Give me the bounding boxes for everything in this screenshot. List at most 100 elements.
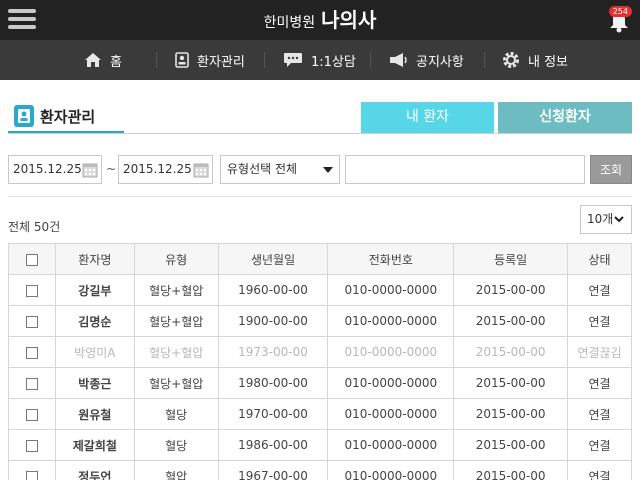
birthdate-cell: 1973-00-00 xyxy=(217,336,329,368)
chat-bubble-icon xyxy=(284,53,302,67)
row-select-cell xyxy=(8,336,56,368)
row-checkbox[interactable] xyxy=(25,470,38,480)
registered-date-cell: 2015-00-00 xyxy=(453,398,569,430)
nav-patients[interactable]: 환자관리 xyxy=(175,40,245,80)
nav-home[interactable]: 홈 xyxy=(84,40,122,80)
nav-notice[interactable]: 공지사항 xyxy=(388,40,464,80)
patient-record-icon xyxy=(14,105,34,127)
row-checkbox[interactable] xyxy=(25,315,38,328)
nav-home-label: 홈 xyxy=(110,54,122,70)
table-header-row: 환자명 유형 생년월일 전화번호 등록일 상태 xyxy=(8,243,632,275)
column-header[interactable]: 등록일 xyxy=(453,243,569,275)
date-from-field[interactable]: 2015.12.25 xyxy=(8,155,102,184)
row-checkbox[interactable] xyxy=(25,346,38,359)
birthdate-cell: 1967-00-00 xyxy=(217,460,329,480)
top-bar: 한미병원 나의사 254 xyxy=(0,0,640,40)
row-select-cell xyxy=(8,367,56,399)
registered-date-cell: 2015-00-00 xyxy=(453,336,569,368)
table-row[interactable]: 정두언 혈압 1967-00-00 010-0000-0000 2015-00-00 연결 xyxy=(8,460,632,480)
row-checkbox[interactable] xyxy=(25,284,38,297)
type-cell: 혈압 xyxy=(133,460,219,480)
column-header[interactable]: 생년월일 xyxy=(217,243,329,275)
row-checkbox[interactable] xyxy=(25,439,38,452)
gear-icon xyxy=(503,52,519,68)
tab-applied-patients[interactable]: 신청환자 xyxy=(498,102,632,133)
registered-date-cell: 2015-00-00 xyxy=(453,367,569,399)
search-button[interactable]: 조회 xyxy=(590,155,632,184)
table-row[interactable]: 김명순 혈당+혈압 1900-00-00 010-0000-0000 2015-00-0… xyxy=(8,305,632,337)
total-count: 전체 50건 xyxy=(8,218,60,235)
table-row[interactable]: 강길부 혈당+혈압 1960-00-00 010-0000-0000 2015-00-0… xyxy=(8,274,632,306)
type-cell: 혈당+혈압 xyxy=(133,336,219,368)
status-cell: 연결 xyxy=(567,305,632,337)
filter-divider xyxy=(8,196,632,197)
nav-patients-label: 환자관리 xyxy=(197,54,245,70)
row-checkbox[interactable] xyxy=(25,408,38,421)
column-header[interactable]: 환자명 xyxy=(54,243,135,275)
registered-date-cell: 2015-00-00 xyxy=(453,305,569,337)
row-select-cell xyxy=(8,305,56,337)
page-size-select[interactable]: 10개 xyxy=(580,205,632,234)
date-to-field[interactable]: 2015.12.25 xyxy=(118,155,213,184)
home-icon xyxy=(85,53,101,67)
phone-cell: 010-0000-0000 xyxy=(327,336,455,368)
phone-cell: 010-0000-0000 xyxy=(327,429,455,461)
column-header[interactable]: 유형 xyxy=(133,243,219,275)
patient-card-icon xyxy=(175,52,189,68)
type-cell: 혈당+혈압 xyxy=(133,367,219,399)
total-label: 전체 xyxy=(8,220,31,234)
type-cell: 혈당 xyxy=(133,398,219,430)
column-header[interactable]: 전화번호 xyxy=(327,243,455,275)
patient-name-cell[interactable]: 제갈희철 xyxy=(54,429,135,461)
nav-divider xyxy=(156,52,157,68)
nav-notice-label: 공지사항 xyxy=(416,54,464,70)
nav-myinfo-label: 내 정보 xyxy=(528,54,569,70)
calendar-icon[interactable] xyxy=(193,162,209,178)
nav-myinfo[interactable]: 내 정보 xyxy=(502,40,568,80)
chevron-down-icon xyxy=(614,216,624,223)
registered-date-cell: 2015-00-00 xyxy=(453,274,569,306)
type-select[interactable]: 유형선택 전체 xyxy=(220,155,340,184)
date-range-separator: ~ xyxy=(106,162,117,176)
row-select-cell xyxy=(8,398,56,430)
hospital-name: 한미병원 xyxy=(263,15,316,31)
app-title: 한미병원 나의사 xyxy=(0,0,640,40)
type-cell: 혈당+혈압 xyxy=(133,305,219,337)
tab-my-patients[interactable]: 내 환자 xyxy=(361,102,494,133)
birthdate-cell: 1960-00-00 xyxy=(217,274,329,306)
page-size-value: 10개 xyxy=(587,212,614,226)
table-row[interactable]: 제갈희철 혈당 1986-00-00 010-0000-0000 2015-00-00 연… xyxy=(8,429,632,461)
caret-down-icon xyxy=(323,167,333,173)
notification-badge: 254 xyxy=(608,6,632,17)
table-row[interactable]: 원유철 혈당 1970-00-00 010-0000-0000 2015-00-00 연결 xyxy=(8,398,632,430)
registered-date-cell: 2015-00-00 xyxy=(453,460,569,480)
patient-name-cell[interactable]: 김명순 xyxy=(54,305,135,337)
nav-bar: 홈 환자관리 1:1상담 공지사항 내 정보 xyxy=(0,40,640,80)
phone-cell: 010-0000-0000 xyxy=(327,305,455,337)
nav-divider xyxy=(264,52,265,68)
row-select-cell xyxy=(8,429,56,461)
patient-name-cell[interactable]: 강길부 xyxy=(54,274,135,306)
nav-consult[interactable]: 1:1상담 xyxy=(283,40,356,80)
status-cell: 연결 xyxy=(567,367,632,399)
table-row[interactable]: 박영미A 혈당+혈압 1973-00-00 010-0000-0000 2015-00-… xyxy=(8,336,632,368)
brand-name: 나의사 xyxy=(321,8,377,32)
total-value: 50건 xyxy=(33,220,61,234)
patient-table: 환자명 유형 생년월일 전화번호 등록일 상태 강길부 혈당+혈압 1960-00-… xyxy=(8,243,632,480)
patient-name-cell[interactable]: 정두언 xyxy=(54,460,135,480)
patient-name-cell[interactable]: 원유철 xyxy=(54,398,135,430)
select-all-checkbox[interactable] xyxy=(25,253,38,266)
page-title: 환자관리 xyxy=(40,108,96,126)
nav-divider xyxy=(484,52,485,68)
nav-consult-label: 1:1상담 xyxy=(311,54,356,70)
search-input[interactable] xyxy=(345,155,585,184)
calendar-icon[interactable] xyxy=(82,162,98,178)
patient-name-cell[interactable]: 박영미A xyxy=(54,336,135,368)
type-cell: 혈당+혈압 xyxy=(133,274,219,306)
patient-name-cell[interactable]: 박종근 xyxy=(54,367,135,399)
type-select-value: 전체 xyxy=(275,162,298,176)
row-checkbox[interactable] xyxy=(25,377,38,390)
table-row[interactable]: 박종근 혈당+혈압 1980-00-00 010-0000-0000 2015-00-0… xyxy=(8,367,632,399)
megaphone-icon xyxy=(390,53,407,67)
column-header[interactable]: 상태 xyxy=(567,243,632,275)
